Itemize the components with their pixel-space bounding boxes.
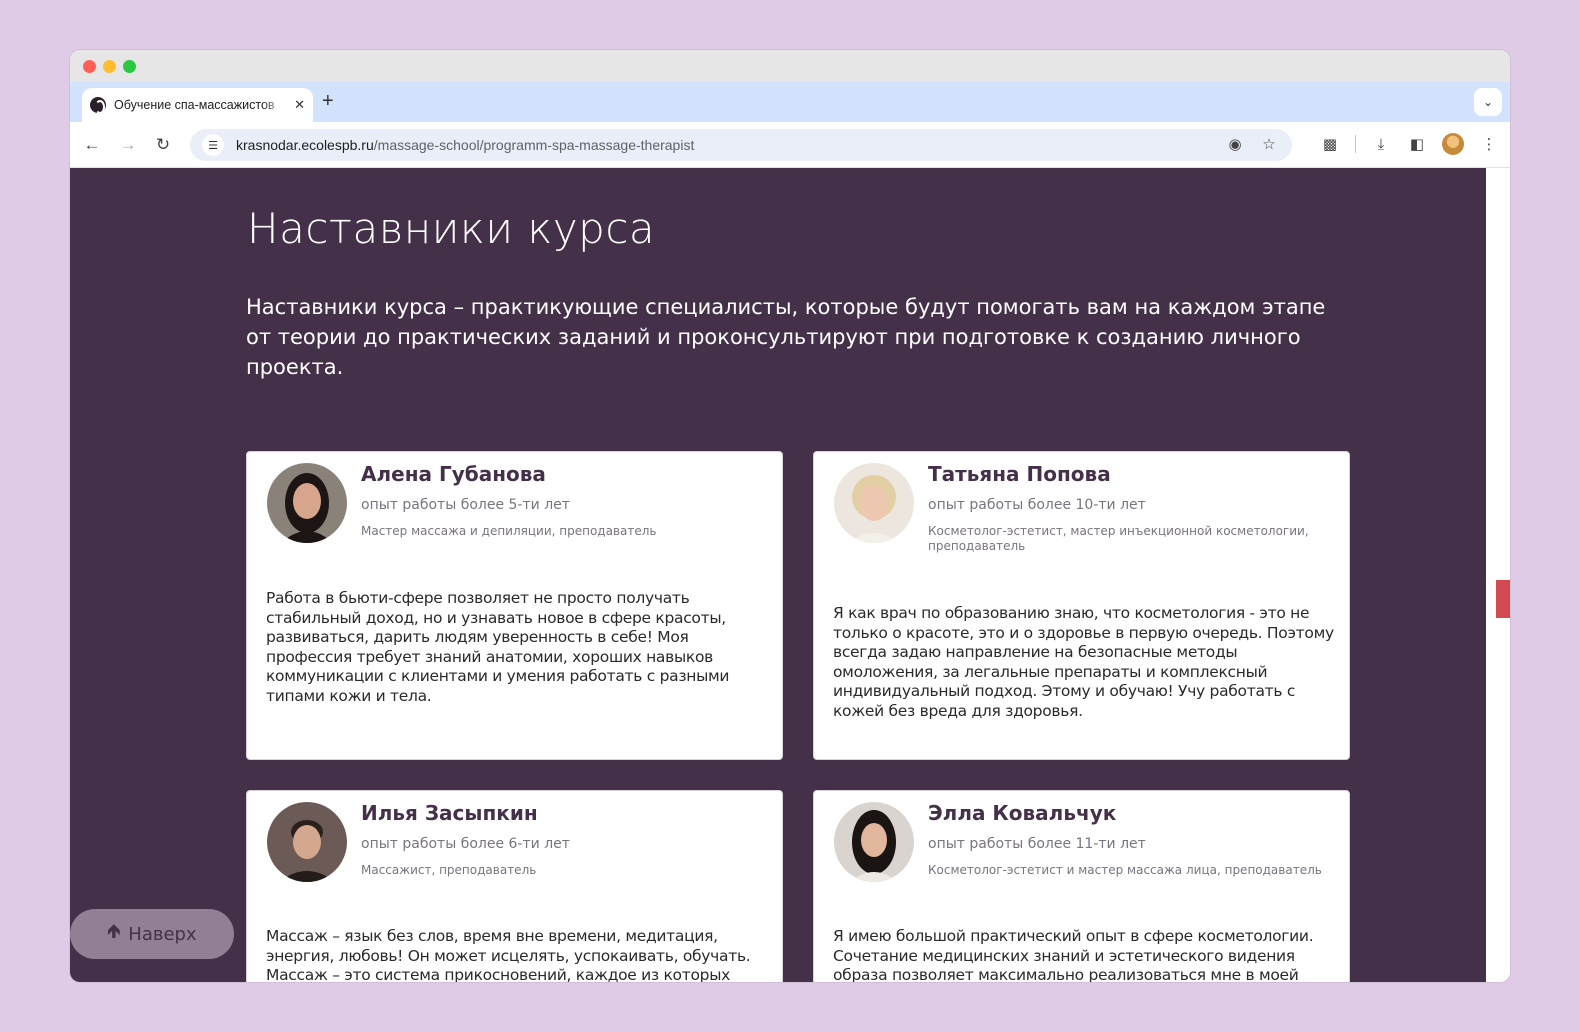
tab-search-chevron-icon[interactable]: ⌄ <box>1474 88 1502 116</box>
site-settings-icon[interactable]: ☰ <box>202 134 224 156</box>
address-bar[interactable]: ☰ krasnodar.ecolespb.ru/massage-school/p… <box>190 129 1292 161</box>
arrow-up-icon: 🡹 <box>107 921 121 942</box>
mentor-role: Мастер массажа и депиляции, преподавател… <box>361 524 657 538</box>
section-description: Наставники курса – практикующие специали… <box>246 295 1326 379</box>
mentor-experience: опыт работы более 11-ти лет <box>928 836 1146 852</box>
eye-off-icon[interactable]: ◉ <box>1224 133 1246 155</box>
mentor-role: Косметолог-эстетист и мастер массажа лиц… <box>928 863 1322 877</box>
mentor-photo <box>267 463 347 543</box>
side-panel-icon[interactable]: ◧ <box>1406 133 1428 155</box>
mentor-name: Илья Засыпкин <box>361 801 538 825</box>
extensions-puzzle-icon[interactable]: ▩ <box>1319 133 1341 155</box>
download-icon[interactable]: ⤓ <box>1370 133 1392 155</box>
toolbar-divider <box>1355 135 1356 153</box>
tab-title: Обучение спа-массажистов <box>114 98 275 112</box>
mentor-quote: Массаж – язык без слов, время вне времен… <box>266 927 751 982</box>
mentor-card: Татьяна Попова опыт работы более 10-ти л… <box>813 451 1350 760</box>
browser-window: Обучение спа-массажистов ✕ + ⌄ ← → ↻ ☰ k… <box>70 50 1510 982</box>
mentor-card: Элла Ковальчук опыт работы более 11-ти л… <box>813 790 1350 982</box>
mentor-experience: опыт работы более 5-ти лет <box>361 497 570 513</box>
mentor-quote: Я как врач по образованию знаю, что косм… <box>833 604 1334 720</box>
mentor-experience: опыт работы более 10-ти лет <box>928 497 1146 513</box>
mentor-photo <box>267 802 347 882</box>
reload-icon[interactable]: ↻ <box>151 133 175 157</box>
back-arrow-icon[interactable]: ← <box>80 133 104 157</box>
url-path: /massage-school/programm-spa-massage-the… <box>373 137 695 153</box>
mentor-experience: опыт работы более 6-ти лет <box>361 836 570 852</box>
minimize-window-button[interactable] <box>103 60 116 73</box>
mentor-card: Илья Засыпкин опыт работы более 6-ти лет… <box>246 790 783 982</box>
url-host: krasnodar.ecolespb.ru <box>236 137 374 153</box>
back-to-top-button[interactable]: 🡹 Наверх <box>70 909 234 959</box>
forward-arrow-icon[interactable]: → <box>116 133 140 157</box>
maximize-window-button[interactable] <box>123 60 136 73</box>
tab-bar: Обучение спа-массажистов ✕ + ⌄ <box>70 82 1510 122</box>
page-scrollbar[interactable] <box>1486 168 1510 982</box>
tab-active[interactable]: Обучение спа-массажистов ✕ <box>82 88 313 122</box>
back-to-top-label: Наверх <box>128 923 197 945</box>
url-text[interactable]: krasnodar.ecolespb.ru/massage-school/pro… <box>236 137 694 153</box>
mentor-name: Алена Губанова <box>361 462 546 486</box>
title-bar <box>70 50 1510 82</box>
mentor-quote: Я имею большой практический опыт в сфере… <box>833 927 1314 982</box>
scrollbar-thumb[interactable] <box>1496 580 1510 618</box>
mentor-card: Алена Губанова опыт работы более 5-ти ле… <box>246 451 783 760</box>
site-favicon-icon <box>90 97 106 114</box>
browser-toolbar: ← → ↻ ☰ krasnodar.ecolespb.ru/massage-sc… <box>70 122 1510 168</box>
close-window-button[interactable] <box>83 60 96 73</box>
profile-avatar[interactable] <box>1442 133 1464 155</box>
tab-close-icon[interactable]: ✕ <box>294 97 305 113</box>
mentor-name: Татьяна Попова <box>928 462 1111 486</box>
bookmark-star-icon[interactable]: ☆ <box>1258 133 1280 155</box>
section-title: Наставники курса <box>247 204 656 253</box>
new-tab-button[interactable]: + <box>322 90 334 113</box>
mentor-role: Косметолог-эстетист, мастер инъекционной… <box>928 524 1309 553</box>
mentor-quote: Работа в бьюти-сфере позволяет не просто… <box>266 589 730 705</box>
mentor-role: Массажист, преподаватель <box>361 863 537 877</box>
mentor-photo <box>834 802 914 882</box>
mentor-name: Элла Ковальчук <box>928 801 1117 825</box>
mentor-photo <box>834 463 914 543</box>
menu-kebab-icon[interactable]: ⋮ <box>1478 133 1500 155</box>
page-content: Наставники курса Наставники курса – прак… <box>70 168 1486 982</box>
